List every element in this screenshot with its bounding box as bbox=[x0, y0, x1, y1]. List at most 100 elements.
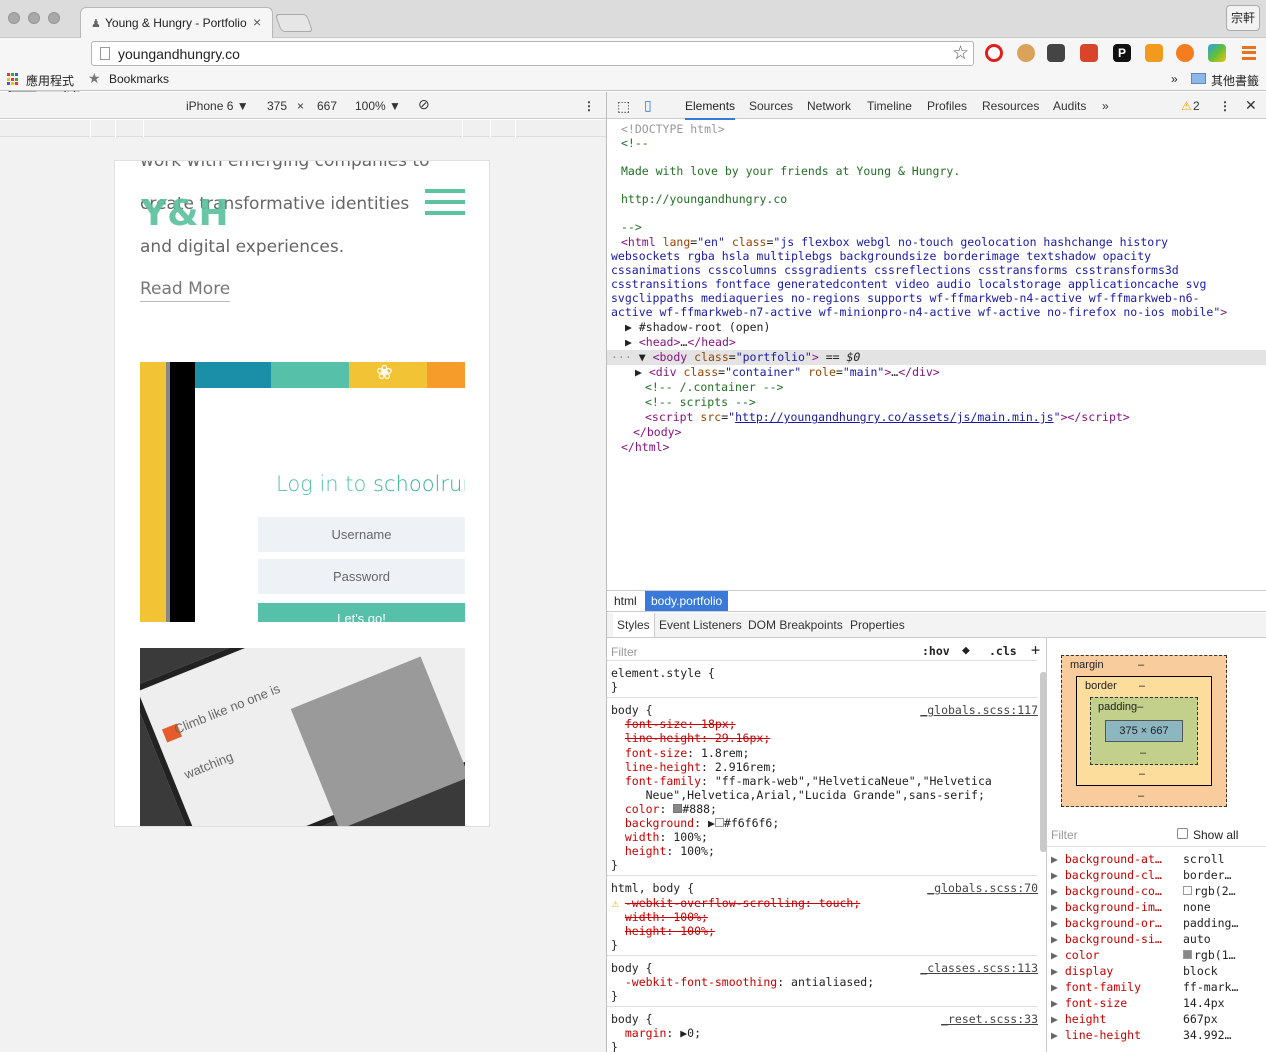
dom-node-line[interactable]: <html lang="en" class="js flexbox webgl … bbox=[607, 235, 1266, 250]
style-declaration[interactable]: background: ▶ #f6f6f6; bbox=[611, 816, 779, 830]
bookmark-star-icon[interactable]: ☆ bbox=[952, 42, 969, 65]
warning-count[interactable]: 2 bbox=[1193, 99, 1200, 113]
style-declaration[interactable]: } bbox=[611, 1040, 618, 1052]
style-rule-selector[interactable]: body { bbox=[611, 703, 653, 717]
tab-timeline[interactable]: Timeline bbox=[867, 99, 912, 113]
style-declaration[interactable]: font-family: "ff-mark-web","HelveticaNeu… bbox=[611, 774, 992, 788]
climb-project-image[interactable]: Climb like no one is watching bbox=[140, 648, 465, 826]
rotate-icon[interactable]: ⊘ bbox=[418, 96, 430, 113]
dom-node-line[interactable] bbox=[607, 150, 1266, 165]
zoom-window-button[interactable] bbox=[48, 12, 60, 24]
profile-button[interactable]: 宗軒 bbox=[1226, 5, 1260, 31]
tab-audits[interactable]: Audits bbox=[1053, 99, 1086, 113]
dom-node-line[interactable]: ▶ #shadow-root (open) bbox=[607, 320, 1266, 335]
computed-property-row[interactable]: ▶ font-family ff-mark… bbox=[1051, 980, 1261, 996]
apps-link[interactable]: 應用程式 bbox=[26, 72, 74, 89]
password-field[interactable]: Password bbox=[258, 559, 465, 594]
site-logo[interactable]: Y&H bbox=[141, 193, 229, 234]
read-more-link[interactable]: Read More bbox=[140, 279, 231, 302]
new-tab-button[interactable] bbox=[274, 14, 314, 32]
other-bookmarks-link[interactable]: 其他書籤 bbox=[1211, 72, 1259, 89]
cookie-extension-icon[interactable] bbox=[1017, 44, 1035, 62]
dom-node-body-selected[interactable]: ··· ▼ <body class="portfolio"> == $0 bbox=[607, 350, 1266, 365]
dom-node-line[interactable]: <!-- bbox=[607, 136, 1266, 151]
subtab-styles[interactable]: Styles bbox=[613, 613, 655, 637]
style-rule-selector[interactable]: body { bbox=[611, 961, 653, 975]
computed-property-row[interactable]: ▶ line-height 34.992… bbox=[1051, 1028, 1261, 1044]
check-extension-icon[interactable] bbox=[1208, 44, 1226, 62]
media-query-ruler[interactable] bbox=[0, 120, 606, 137]
subtab-properties[interactable]: Properties bbox=[850, 618, 905, 632]
apps-grid-icon[interactable] bbox=[7, 73, 20, 86]
url-text[interactable]: youngandhungry.co bbox=[118, 46, 240, 62]
style-declaration[interactable]: font-size: 18px; bbox=[611, 717, 736, 731]
expand-triangle-icon[interactable]: ▶ bbox=[1051, 964, 1065, 978]
expand-triangle-icon[interactable]: ▶ bbox=[1051, 1028, 1065, 1042]
style-declaration[interactable]: -webkit-font-smoothing: antialiased; bbox=[611, 975, 874, 989]
lifebuoy-extension-icon[interactable] bbox=[1176, 44, 1194, 62]
inspect-element-icon[interactable]: ⬚ bbox=[617, 98, 630, 115]
expand-triangle-icon[interactable]: ▶ bbox=[1051, 852, 1065, 866]
bookmarks-link[interactable]: Bookmarks bbox=[109, 72, 169, 86]
username-field[interactable]: Username bbox=[258, 517, 465, 552]
dom-node-line[interactable]: cssanimations csscolumns cssgradients cs… bbox=[607, 263, 1266, 278]
dom-node-line[interactable]: http://youngandhungry.co bbox=[607, 192, 1266, 207]
color-swatch[interactable] bbox=[1183, 886, 1192, 895]
style-declaration[interactable]: height: 100%; bbox=[611, 844, 715, 858]
style-declaration[interactable]: height: 100%; bbox=[611, 924, 715, 938]
dom-node-line[interactable]: ▶ <div class="container" role="main">…</… bbox=[607, 365, 1266, 380]
style-declaration[interactable]: } bbox=[611, 938, 618, 952]
style-declaration[interactable]: } bbox=[611, 858, 618, 872]
breadcrumb-body-portfolio[interactable]: body.portfolio bbox=[645, 591, 729, 611]
warning-icon[interactable]: ⚠ bbox=[1181, 99, 1192, 113]
computed-property-row[interactable]: ▶ font-size 14.4px bbox=[1051, 996, 1261, 1012]
style-source-link[interactable]: _classes.scss:113 bbox=[920, 961, 1038, 975]
dom-node-line[interactable]: csstransitions fontface generatedcontent… bbox=[607, 277, 1266, 292]
dom-node-line[interactable]: websockets rgba hsla multiplebgs backgro… bbox=[607, 249, 1266, 264]
computed-property-row[interactable]: ▶ background-im… none bbox=[1051, 900, 1261, 916]
style-declaration[interactable]: } bbox=[611, 680, 618, 694]
dom-node-line[interactable]: <script src="http://youngandhungry.co/as… bbox=[607, 410, 1266, 425]
box-model-margin[interactable]: margin – – border – – padding– 375 × 667… bbox=[1061, 655, 1227, 807]
expand-triangle-icon[interactable]: ▶ bbox=[1051, 1012, 1065, 1026]
minimize-window-button[interactable] bbox=[28, 12, 40, 24]
box-model-padding[interactable]: padding– 375 × 667 – bbox=[1090, 697, 1198, 765]
subtab-event-listeners[interactable]: Event Listeners bbox=[659, 618, 742, 632]
style-declaration[interactable]: Neue",Helvetica,Arial,"Lucida Grande",sa… bbox=[611, 788, 985, 802]
viewport-height-input[interactable]: 667 bbox=[317, 99, 337, 113]
dom-node-line[interactable]: ▶ <head>…</head> bbox=[607, 335, 1266, 350]
pocket-extension-icon[interactable] bbox=[1047, 44, 1065, 62]
style-declaration[interactable]: color: #888; bbox=[611, 802, 717, 816]
computed-property-row[interactable]: ▶ background-cl… border… bbox=[1051, 868, 1261, 884]
computed-property-row[interactable]: ▶ background-or… padding… bbox=[1051, 916, 1261, 932]
menu-icon[interactable] bbox=[1242, 46, 1256, 60]
tab-elements[interactable]: Elements bbox=[685, 99, 736, 120]
box-model-border[interactable]: border – – padding– 375 × 667 – bbox=[1076, 676, 1212, 786]
style-source-link[interactable]: _globals.scss:117 bbox=[920, 703, 1038, 717]
expand-triangle-icon[interactable]: ▶ bbox=[1051, 996, 1065, 1010]
dom-node-line[interactable] bbox=[607, 206, 1266, 221]
expand-triangle-icon[interactable]: ▶ bbox=[1051, 868, 1065, 882]
bookmarks-overflow[interactable]: » bbox=[1171, 72, 1178, 86]
computed-property-row[interactable]: ▶ background-si… auto bbox=[1051, 932, 1261, 948]
zoom-select[interactable]: 100% ▼ bbox=[355, 99, 401, 113]
style-source-link[interactable]: _globals.scss:70 bbox=[927, 881, 1038, 895]
expand-triangle-icon[interactable]: ▶ bbox=[1051, 884, 1065, 898]
style-declaration[interactable]: } bbox=[611, 989, 618, 1003]
expand-triangle-icon[interactable]: ▶ bbox=[1051, 916, 1065, 930]
dom-node-line[interactable]: </body> bbox=[607, 425, 1266, 440]
p-extension-icon[interactable]: P bbox=[1113, 44, 1131, 62]
style-declaration[interactable]: element.style { bbox=[611, 666, 715, 680]
breadcrumb-html[interactable]: html bbox=[609, 594, 642, 608]
close-devtools-icon[interactable]: ✕ bbox=[1245, 97, 1257, 114]
style-declaration[interactable]: margin: ▶0; bbox=[611, 1026, 701, 1040]
hamburger-menu-icon[interactable] bbox=[425, 189, 465, 223]
style-declaration[interactable]: width: 100%; bbox=[611, 910, 708, 924]
tab-close-icon[interactable]: × bbox=[253, 14, 261, 30]
style-rule-selector[interactable]: html, body { bbox=[611, 881, 694, 895]
computed-property-row[interactable]: ▶ display block bbox=[1051, 964, 1261, 980]
expand-triangle-icon[interactable]: ▶ bbox=[1051, 900, 1065, 914]
more-tabs-chevron-icon[interactable]: » bbox=[1102, 99, 1109, 113]
color-swatch[interactable] bbox=[1183, 950, 1192, 959]
close-window-button[interactable] bbox=[8, 12, 20, 24]
